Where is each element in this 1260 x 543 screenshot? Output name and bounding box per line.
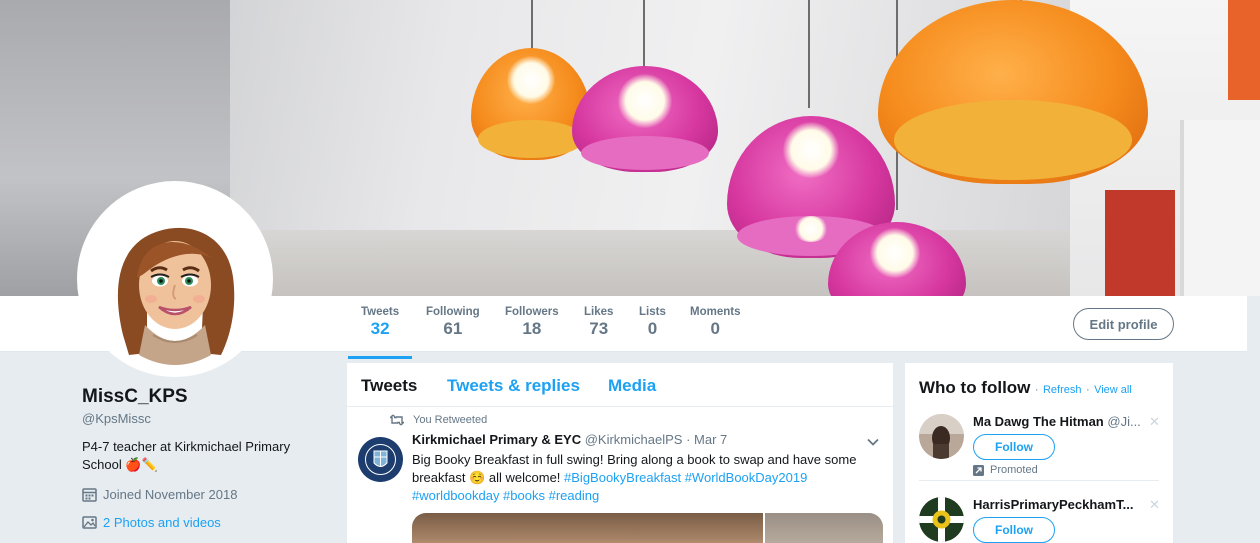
stat-label: Likes [584,306,614,318]
profile-handle[interactable]: @KpsMissc [82,411,322,426]
tweet-photo[interactable] [412,513,763,543]
stat-value: 73 [589,319,609,338]
retweet-icon [390,414,404,426]
tweet-media[interactable] [412,513,883,543]
stat-label: Tweets [361,306,400,318]
image-icon [82,516,97,529]
account-avatar[interactable] [919,497,964,542]
profile-display-name[interactable]: MissC_KPS [82,386,322,408]
profile-joined: Joined November 2018 [82,487,322,502]
timeline-panel: Tweets Tweets & replies Media You Retwee… [347,363,893,543]
tweet-author-name[interactable]: Kirkmichael Primary & EYC [412,432,581,447]
divider [919,480,1159,481]
tweet-header: Kirkmichael Primary & EYC @KirkmichaelPS… [412,432,727,447]
profile-avatar[interactable] [77,181,273,377]
profile-bio: P4-7 teacher at Kirkmichael Primary Scho… [82,439,291,472]
stat-label: Following [426,306,480,318]
follow-button[interactable]: Follow [973,434,1055,460]
who-to-follow-header: Who to follow · Refresh · View all [919,378,1132,397]
account-name-line[interactable]: HarrisPrimaryPeckhamT... [973,497,1133,512]
promoted-text: Promoted [990,464,1038,476]
photos-and-videos-link[interactable]: 2 Photos and videos [82,515,322,530]
stat-label: Moments [690,306,741,318]
profile-card: MissC_KPS @KpsMissc P4-7 teacher at Kirk… [82,386,322,530]
tab-tweets-and-replies[interactable]: Tweets & replies [447,376,580,396]
tweet-date[interactable]: · Mar 7 [686,432,727,447]
retweet-context-text: You Retweeted [413,414,488,426]
photos-text[interactable]: 2 Photos and videos [103,515,221,530]
account-handle[interactable]: @Ji... [1107,414,1140,429]
chevron-down-icon[interactable] [866,435,880,449]
tab-media[interactable]: Media [608,376,656,396]
tweet-hashtags[interactable]: #worldbookday #books #reading [412,488,599,503]
tab-tweets[interactable]: Tweets [361,376,417,396]
edit-profile-button[interactable]: Edit profile [1073,308,1174,340]
follow-button[interactable]: Follow [973,517,1055,543]
refresh-link[interactable]: Refresh [1043,384,1082,396]
school-badge-icon [358,437,403,482]
stat-tweets[interactable]: Tweets 32 [347,306,413,359]
view-all-link[interactable]: View all [1094,384,1132,396]
tweet-text: Big Booky Breakfast in full swing! Bring… [412,451,872,505]
promoted-label: Promoted [973,464,1038,476]
stat-label: Lists [639,306,666,318]
tweet-photo[interactable] [765,513,883,543]
stat-likes[interactable]: Likes 73 [584,306,613,339]
promoted-icon [973,464,984,476]
stat-followers[interactable]: Followers 18 [505,306,559,339]
bitmoji-avatar-icon [117,227,235,365]
account-name[interactable]: HarrisPrimaryPeckhamT... [973,497,1133,512]
dismiss-icon[interactable]: ✕ [1149,414,1160,430]
tweet-hashtags[interactable]: #BigBookyBreakfast #WorldBookDay2019 [564,470,807,485]
timeline-tabs: Tweets Tweets & replies Media [347,363,893,407]
user-photo-icon [919,414,964,459]
scrollbar[interactable] [1247,296,1260,543]
account-name-line[interactable]: Ma Dawg The Hitman @Ji... [973,414,1141,429]
stat-value: 0 [710,319,720,338]
tweet[interactable]: You Retweeted Kirkmichael Primary & EYC … [347,407,893,543]
calendar-icon [82,488,97,502]
stat-value: 32 [370,319,390,338]
who-to-follow-module: Who to follow · Refresh · View all Ma Da… [905,363,1173,543]
account-avatar[interactable] [919,414,964,459]
tweet-author-handle[interactable]: @KirkmichaelPS [585,432,683,447]
joined-text: Joined November 2018 [103,487,238,502]
school-logo-icon [919,497,964,542]
stat-following[interactable]: Following 61 [426,306,480,339]
dismiss-icon[interactable]: ✕ [1149,497,1160,513]
tweet-author-avatar[interactable] [358,437,403,482]
retweet-context: You Retweeted [390,414,487,426]
stat-moments[interactable]: Moments 0 [690,306,740,339]
stat-label: Followers [505,306,559,318]
who-to-follow-title: Who to follow [919,378,1031,397]
account-name[interactable]: Ma Dawg The Hitman [973,414,1104,429]
stat-value: 0 [647,319,658,338]
stat-lists[interactable]: Lists 0 [639,306,666,339]
stat-value: 18 [522,319,542,338]
stat-value: 61 [443,319,463,338]
